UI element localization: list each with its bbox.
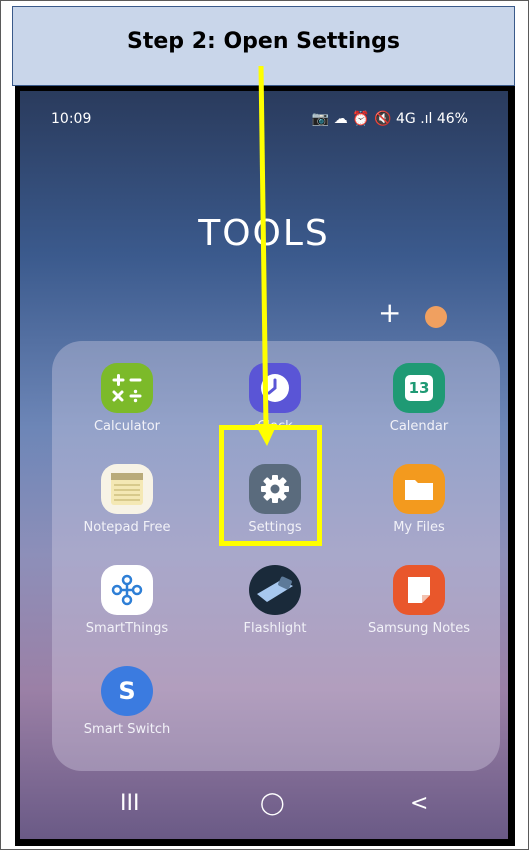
notes-icon bbox=[393, 565, 445, 615]
recents-button[interactable]: III bbox=[120, 791, 139, 816]
calendar-icon: 13 bbox=[393, 363, 445, 413]
smartthings-icon bbox=[101, 565, 153, 615]
notepad-icon bbox=[101, 464, 153, 514]
flashlight-icon bbox=[249, 565, 301, 615]
add-app-button[interactable]: + bbox=[378, 299, 401, 327]
smart-switch-icon: S bbox=[101, 666, 153, 716]
app-flashlight[interactable]: Flashlight bbox=[220, 565, 330, 636]
app-notepad-free[interactable]: Notepad Free bbox=[72, 464, 182, 535]
folder-panel: Calculator Clock 13 Calendar Notepad Fre bbox=[52, 341, 500, 771]
app-label: Calendar bbox=[389, 419, 449, 434]
app-samsung-notes[interactable]: Samsung Notes bbox=[364, 565, 474, 636]
app-smart-switch[interactable]: S Smart Switch bbox=[72, 666, 182, 737]
back-button[interactable]: < bbox=[410, 791, 428, 816]
app-smartthings[interactable]: SmartThings bbox=[72, 565, 182, 636]
app-clock[interactable]: Clock bbox=[220, 363, 330, 434]
calendar-date: 13 bbox=[405, 375, 433, 401]
settings-highlight-box bbox=[219, 425, 322, 546]
status-icons: 📷 ☁ ⏰ 🔇 4G .ıl 46% bbox=[311, 111, 468, 127]
clock-icon bbox=[249, 363, 301, 413]
app-label: My Files bbox=[393, 520, 445, 535]
navigation-bar: III ◯ < bbox=[20, 769, 508, 839]
app-calculator[interactable]: Calculator bbox=[72, 363, 182, 434]
app-label: Notepad Free bbox=[83, 520, 171, 535]
status-bar: 10:09 📷 ☁ ⏰ 🔇 4G .ıl 46% bbox=[20, 111, 508, 131]
folder-title: TOOLS bbox=[198, 213, 330, 254]
folder-color-button[interactable] bbox=[425, 306, 447, 328]
status-time: 10:09 bbox=[51, 111, 92, 127]
smart-switch-glyph: S bbox=[118, 677, 136, 705]
step-title: Step 2: Open Settings bbox=[127, 29, 400, 54]
app-my-files[interactable]: My Files bbox=[364, 464, 474, 535]
app-label: Smart Switch bbox=[83, 722, 171, 737]
app-label: Samsung Notes bbox=[367, 621, 471, 636]
calculator-icon bbox=[101, 363, 153, 413]
app-label: SmartThings bbox=[85, 621, 169, 636]
home-button[interactable]: ◯ bbox=[260, 791, 285, 816]
app-label: Flashlight bbox=[243, 621, 307, 636]
folder-icon bbox=[393, 464, 445, 514]
app-label: Calculator bbox=[93, 419, 160, 434]
app-calendar[interactable]: 13 Calendar bbox=[364, 363, 474, 434]
step-header: Step 2: Open Settings bbox=[12, 6, 515, 86]
